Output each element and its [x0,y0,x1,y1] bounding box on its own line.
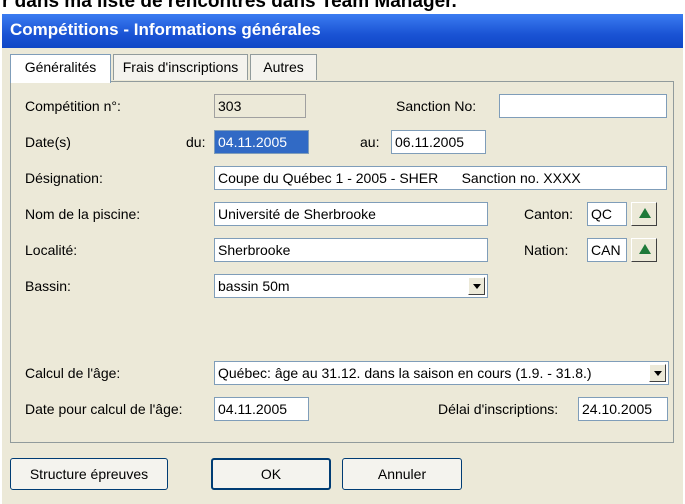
age-calc-select-value: Québec: âge au 31.12. dans la saison en … [218,365,592,381]
basin-label: Bassin: [25,278,71,294]
entry-deadline-input[interactable]: 24.10.2005 [578,397,668,421]
date-to-label: au: [360,134,380,150]
date-from-label: du: [186,134,206,150]
age-date-label: Date pour calcul de l'âge: [25,401,183,417]
competition-no-field: 303 [214,94,306,118]
window-title: Compétitions - Informations générales [10,20,321,39]
entry-deadline-label: Délai d'inscriptions: [438,401,559,417]
page-caption: r dans ma liste de rencontres dans Team … [0,0,685,14]
competition-no-label: Compétition n°: [25,98,121,114]
sanction-no-input[interactable] [499,94,667,118]
structure-epreuves-button[interactable]: Structure épreuves [10,458,168,490]
chevron-down-icon[interactable] [468,277,485,295]
ok-button[interactable]: OK [211,458,331,490]
age-calc-select[interactable]: Québec: âge au 31.12. dans la saison en … [214,361,669,385]
tab-frais-inscriptions[interactable]: Frais d'inscriptions [113,54,248,80]
locality-input[interactable]: Sherbrooke [214,238,488,262]
nation-input[interactable]: CAN [587,238,627,262]
cancel-button[interactable]: Annuler [342,458,462,490]
basin-select-value: bassin 50m [218,278,290,294]
title-bar[interactable]: Compétitions - Informations générales [2,14,683,48]
chevron-down-icon[interactable] [649,364,666,382]
designation-input[interactable]: Coupe du Québec 1 - 2005 - SHER Sanction… [214,166,667,190]
canton-label: Canton: [524,206,574,222]
date-from-input[interactable]: 04.11.2005 [214,130,309,154]
nation-label: Nation: [524,242,569,258]
tab-autres[interactable]: Autres [250,54,317,80]
tab-generalites[interactable]: Généralités [10,54,111,83]
page-caption-text: r dans ma liste de rencontres dans Team … [2,0,457,12]
pool-name-label: Nom de la piscine: [25,206,141,222]
designation-label: Désignation: [25,170,103,186]
pool-name-input[interactable]: Université de Sherbrooke [214,202,488,226]
locality-label: Localité: [25,242,78,258]
nation-up-arrow-icon[interactable] [631,238,657,262]
basin-select[interactable]: bassin 50m [214,274,488,298]
age-date-input[interactable]: 04.11.2005 [214,397,309,421]
age-calc-label: Calcul de l'âge: [25,365,121,381]
date-to-input[interactable]: 06.11.2005 [391,130,486,154]
canton-up-arrow-icon[interactable] [631,202,657,226]
general-tab-panel: Compétition n°: 303 Sanction No: Date(s)… [10,81,674,443]
sanction-no-label: Sanction No: [396,98,477,114]
competition-dialog: Compétitions - Informations générales Gé… [2,14,683,504]
canton-input[interactable]: QC [587,202,627,226]
dates-label: Date(s) [25,134,71,150]
